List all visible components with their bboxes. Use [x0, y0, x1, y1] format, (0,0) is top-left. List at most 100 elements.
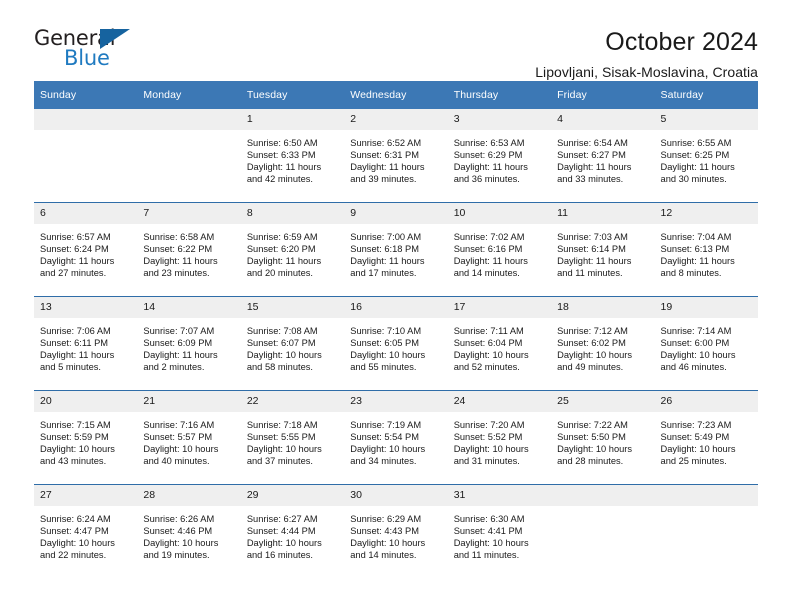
calendar-day-cell[interactable]: 1 Sunrise: 6:50 AM Sunset: 6:33 PM Daylight…	[240, 109, 345, 203]
weekday-header-wednesday: Wednesday	[344, 81, 448, 109]
day-number	[34, 109, 138, 130]
day-number: 9	[344, 203, 448, 224]
day-daylight2-text: and 28 minutes.	[557, 456, 624, 467]
day-sunrise-text: Sunrise: 6:27 AM	[246, 514, 318, 524]
calendar-day-cell-empty	[34, 109, 138, 203]
day-sun-info: Sunrise: 7:18 AM Sunset: 5:55 PM Daylight:…	[241, 412, 344, 467]
day-daylight2-text: and 16 minutes.	[246, 550, 313, 561]
calendar-day-cell[interactable]: 6 Sunrise: 6:57 AM Sunset: 6:24 PM Daylight…	[34, 202, 138, 297]
calendar-day-cell[interactable]: 19 Sunrise: 7:14 AM Sunset: 6:00 PM Dayligh…	[654, 296, 758, 391]
calendar-day-cell[interactable]: 13 Sunrise: 7:06 AM Sunset: 6:11 PM Dayligh…	[34, 296, 138, 391]
day-sunrise-text: Sunrise: 7:23 AM	[660, 420, 732, 430]
day-sunrise-text: Sunrise: 7:18 AM	[246, 420, 318, 430]
calendar-day-cell[interactable]: 21 Sunrise: 7:16 AM Sunset: 5:57 PM Dayligh…	[137, 390, 241, 485]
day-daylight2-text: and 31 minutes.	[453, 456, 520, 467]
calendar-day-cell[interactable]: 11 Sunrise: 7:03 AM Sunset: 6:14 PM Dayligh…	[551, 202, 655, 297]
calendar-day-cell[interactable]: 27 Sunrise: 6:24 AM Sunset: 4:47 PM Dayligh…	[34, 485, 138, 579]
day-daylight1-text: Daylight: 10 hours	[557, 350, 633, 361]
calendar-day-cell[interactable]: 24 Sunrise: 7:20 AM Sunset: 5:52 PM Dayligh…	[447, 390, 552, 485]
day-sun-info: Sunrise: 6:24 AM Sunset: 4:47 PM Daylight:…	[34, 506, 137, 561]
day-sun-info: Sunrise: 6:52 AM Sunset: 6:31 PM Daylight:…	[344, 130, 447, 185]
day-sun-info: Sunrise: 7:11 AM Sunset: 6:04 PM Daylight:…	[448, 318, 551, 373]
calendar-day-cell[interactable]: 7 Sunrise: 6:58 AM Sunset: 6:22 PM Daylight…	[137, 202, 241, 297]
day-daylight2-text: and 17 minutes.	[350, 268, 417, 279]
day-sunset-text: Sunset: 6:04 PM	[453, 338, 523, 349]
calendar-day-cell[interactable]: 16 Sunrise: 7:10 AM Sunset: 6:05 PM Dayligh…	[344, 296, 448, 391]
day-sunrise-text: Sunrise: 7:02 AM	[453, 232, 525, 242]
day-daylight2-text: and 8 minutes.	[660, 268, 722, 279]
day-daylight2-text: and 39 minutes.	[350, 174, 417, 185]
day-daylight2-text: and 14 minutes.	[453, 268, 520, 279]
calendar-day-cell[interactable]: 31 Sunrise: 6:30 AM Sunset: 4:41 PM Dayligh…	[447, 485, 552, 579]
day-daylight1-text: Daylight: 10 hours	[40, 444, 115, 455]
day-sunrise-text: Sunrise: 6:29 AM	[350, 514, 422, 524]
day-number: 30	[344, 485, 448, 506]
day-number: 15	[240, 297, 345, 318]
calendar-day-cell[interactable]: 10 Sunrise: 7:02 AM Sunset: 6:16 PM Dayligh…	[447, 202, 552, 297]
calendar-day-cell[interactable]: 25 Sunrise: 7:22 AM Sunset: 5:50 PM Dayligh…	[551, 390, 655, 485]
calendar-day-cell[interactable]: 8 Sunrise: 6:59 AM Sunset: 6:20 PM Daylight…	[240, 202, 345, 297]
day-sunset-text: Sunset: 5:54 PM	[350, 432, 419, 443]
day-daylight2-text: and 40 minutes.	[143, 456, 210, 467]
calendar-day-cell[interactable]: 26 Sunrise: 7:23 AM Sunset: 5:49 PM Dayligh…	[654, 390, 758, 485]
calendar-week-row: 13 Sunrise: 7:06 AM Sunset: 6:11 PM Dayligh…	[34, 296, 758, 391]
day-daylight1-text: Daylight: 10 hours	[453, 538, 529, 549]
day-sunrise-text: Sunrise: 7:00 AM	[350, 232, 422, 242]
calendar-day-cell[interactable]: 29 Sunrise: 6:27 AM Sunset: 4:44 PM Dayligh…	[240, 485, 345, 579]
calendar-day-cell[interactable]: 4 Sunrise: 6:54 AM Sunset: 6:27 PM Daylight…	[551, 109, 655, 203]
day-daylight2-text: and 25 minutes.	[660, 456, 727, 467]
calendar-day-cell[interactable]: 28 Sunrise: 6:26 AM Sunset: 4:46 PM Dayligh…	[137, 485, 241, 579]
day-number: 16	[344, 297, 448, 318]
day-number: 3	[447, 109, 552, 130]
day-sunset-text: Sunset: 6:00 PM	[660, 338, 730, 349]
calendar-day-cell[interactable]: 5 Sunrise: 6:55 AM Sunset: 6:25 PM Daylight…	[654, 109, 758, 203]
weekday-header-row: Sunday Monday Tuesday Wednesday Thursday Frid…	[34, 81, 758, 109]
weekday-header-saturday: Saturday	[654, 81, 758, 109]
day-daylight1-text: Daylight: 10 hours	[557, 444, 633, 455]
calendar-day-cell-empty	[551, 485, 655, 579]
calendar-day-cell[interactable]: 23 Sunrise: 7:19 AM Sunset: 5:54 PM Dayligh…	[344, 390, 448, 485]
day-sunrise-text: Sunrise: 6:50 AM	[246, 138, 318, 148]
calendar-day-cell[interactable]: 3 Sunrise: 6:53 AM Sunset: 6:29 PM Daylight…	[447, 109, 552, 203]
day-number: 20	[34, 391, 138, 412]
calendar-day-cell[interactable]: 14 Sunrise: 7:07 AM Sunset: 6:09 PM Dayligh…	[137, 296, 241, 391]
day-daylight2-text: and 27 minutes.	[40, 268, 107, 279]
calendar-day-cell[interactable]: 20 Sunrise: 7:15 AM Sunset: 5:59 PM Dayligh…	[34, 390, 138, 485]
calendar-day-cell[interactable]: 22 Sunrise: 7:18 AM Sunset: 5:55 PM Dayligh…	[240, 390, 345, 485]
day-number: 23	[344, 391, 448, 412]
day-daylight2-text: and 46 minutes.	[660, 362, 727, 373]
day-daylight2-text: and 11 minutes.	[453, 550, 520, 561]
calendar-day-cell[interactable]: 18 Sunrise: 7:12 AM Sunset: 6:02 PM Dayligh…	[551, 296, 655, 391]
general-blue-logo[interactable]: General Blue	[34, 26, 144, 72]
day-daylight1-text: Daylight: 10 hours	[40, 538, 115, 549]
day-number: 31	[447, 485, 552, 506]
day-sun-info: Sunrise: 6:58 AM Sunset: 6:22 PM Daylight:…	[137, 224, 240, 279]
day-daylight1-text: Daylight: 10 hours	[143, 538, 219, 549]
calendar-day-cell[interactable]: 2 Sunrise: 6:52 AM Sunset: 6:31 PM Daylight…	[344, 109, 448, 203]
day-sunset-text: Sunset: 5:55 PM	[246, 432, 316, 443]
day-daylight2-text: and 49 minutes.	[557, 362, 624, 373]
day-number: 21	[137, 391, 241, 412]
calendar-day-cell[interactable]: 9 Sunrise: 7:00 AM Sunset: 6:18 PM Daylight…	[344, 202, 448, 297]
calendar-body: 1 Sunrise: 6:50 AM Sunset: 6:33 PM Daylight…	[34, 109, 758, 578]
calendar-day-cell[interactable]: 15 Sunrise: 7:08 AM Sunset: 6:07 PM Dayligh…	[240, 296, 345, 391]
day-daylight2-text: and 37 minutes.	[246, 456, 313, 467]
day-sunrise-text: Sunrise: 7:16 AM	[143, 420, 215, 430]
day-sunset-text: Sunset: 6:22 PM	[143, 244, 213, 255]
day-daylight1-text: Daylight: 11 hours	[660, 162, 735, 173]
calendar-week-row: 27 Sunrise: 6:24 AM Sunset: 4:47 PM Dayligh…	[34, 485, 758, 579]
page-subtitle: Lipovljani, Sisak-Moslavina, Croatia	[535, 64, 758, 80]
calendar-day-cell[interactable]: 30 Sunrise: 6:29 AM Sunset: 4:43 PM Dayligh…	[344, 485, 448, 579]
day-sunset-text: Sunset: 6:29 PM	[453, 150, 523, 161]
weekday-header-monday: Monday	[137, 81, 241, 109]
day-daylight2-text: and 33 minutes.	[557, 174, 624, 185]
calendar-day-cell[interactable]: 17 Sunrise: 7:11 AM Sunset: 6:04 PM Dayligh…	[447, 296, 552, 391]
day-number: 6	[34, 203, 138, 224]
day-sun-info: Sunrise: 7:00 AM Sunset: 6:18 PM Daylight:…	[344, 224, 447, 279]
day-number: 13	[34, 297, 138, 318]
day-sunset-text: Sunset: 6:27 PM	[557, 150, 626, 161]
logo-text-blue: Blue	[64, 46, 110, 70]
day-sun-info: Sunrise: 6:54 AM Sunset: 6:27 PM Daylight:…	[551, 130, 654, 185]
day-sunset-text: Sunset: 6:11 PM	[40, 338, 109, 349]
calendar-day-cell[interactable]: 12 Sunrise: 7:04 AM Sunset: 6:13 PM Dayligh…	[654, 202, 758, 297]
